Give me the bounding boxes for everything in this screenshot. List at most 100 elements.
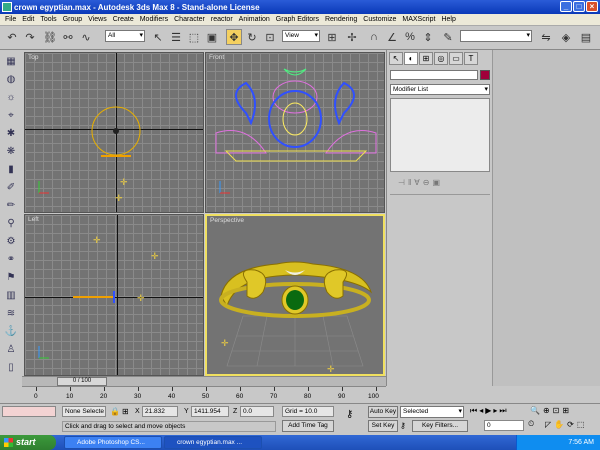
go-to-start-icon[interactable]: ⏮ [470,406,477,416]
modifier-list-dropdown[interactable]: Modifier List ▾ [390,84,490,95]
utilities-tab-icon[interactable]: T [464,52,478,65]
viewport-top[interactable]: ✛ ✛ Top [24,52,204,213]
systems-icon[interactable]: ▮ [3,164,19,178]
selection-region-icon[interactable]: ⬚ [186,29,202,45]
time-slider-track[interactable]: 0 / 100 [22,376,386,386]
viewport-left[interactable]: ✛ ✛ ✛ Left [24,214,204,376]
menu-animation[interactable]: Animation [236,16,273,23]
select-manipulate-icon[interactable]: ✢ [344,29,360,45]
previous-frame-icon[interactable]: ◂ [479,406,483,416]
lights-icon[interactable]: ☼ [3,92,19,106]
x-coordinate-field[interactable]: 21.832 [142,406,178,417]
display-tab-icon[interactable]: ▭ [449,52,463,65]
menu-customize[interactable]: Customize [360,16,399,23]
zoom-extents-icon[interactable]: ⊡ [553,406,560,415]
taskbar-3dsmax[interactable]: crown egyptian.max ... [164,436,262,449]
remove-modifier-icon[interactable]: ⊖ [423,178,430,190]
field-of-view-icon[interactable]: ◸ [545,420,551,429]
percent-snap-icon[interactable]: % [402,29,418,45]
connect-icon[interactable]: ⚲ [3,218,19,232]
menu-edit[interactable]: Edit [19,16,37,23]
angle-snap-icon[interactable]: ∠ [384,29,400,45]
menu-reactor[interactable]: reactor [208,16,236,23]
close-button[interactable]: × [586,1,598,12]
maximize-viewport-icon[interactable]: ⬚ [577,420,585,429]
redo-icon[interactable]: ↷ [22,29,38,45]
next-frame-icon[interactable]: ▸ [493,406,497,416]
z-coordinate-field[interactable]: 0.0 [240,406,274,417]
edit-named-selection-icon[interactable]: ✎ [440,29,456,45]
key-mode-dropdown[interactable]: Selected [400,406,464,418]
selection-filter-dropdown[interactable]: All [105,30,145,42]
lock-icon[interactable]: 🔒 [110,407,120,416]
menu-rendering[interactable]: Rendering [322,16,360,23]
viewport-perspective[interactable]: ✛ ✛ Perspective [205,214,385,376]
minimize-button[interactable]: _ [560,1,572,12]
select-and-rotate-icon[interactable]: ↻ [244,29,260,45]
start-button[interactable]: start [0,435,56,450]
menu-graph-editors[interactable]: Graph Editors [273,16,322,23]
undo-icon[interactable]: ↶ [4,29,20,45]
viewport-front[interactable]: Front [205,52,385,213]
track-bar[interactable]: 0 10 20 30 40 50 60 70 80 90 100 [22,386,386,403]
object-color-swatch[interactable] [480,70,490,80]
align-icon[interactable]: ◈ [558,29,574,45]
menu-views[interactable]: Views [85,16,110,23]
create-tab-icon[interactable]: ↖ [389,52,403,65]
show-end-result-icon[interactable]: ‖ [408,178,411,190]
set-key-button[interactable]: Set Key [368,420,398,432]
modifier-stack[interactable] [390,98,490,172]
brush-icon[interactable]: ✏ [3,200,19,214]
select-object-icon[interactable]: ↖ [150,29,166,45]
current-frame-field[interactable]: 0 [484,420,524,431]
pan-icon[interactable]: ✋ [554,420,564,429]
hierarchy-tab-icon[interactable]: ⊞ [419,52,433,65]
reference-coordinate-dropdown[interactable]: View [282,30,320,42]
menu-maxscript[interactable]: MAXScript [399,16,438,23]
create-geometry-icon[interactable]: ▦ [3,56,19,70]
window-crossing-icon[interactable]: ▣ [204,29,220,45]
key-icon[interactable]: ⚷ [346,409,353,420]
play-icon[interactable]: ▶ [485,406,491,416]
unlink-icon[interactable]: ⚯ [60,29,76,45]
auto-key-button[interactable]: Auto Key [368,406,398,418]
maxscript-listener-field[interactable] [2,406,56,417]
bottle-icon[interactable]: ▯ [3,362,19,376]
menu-create[interactable]: Create [110,16,137,23]
configure-modifier-sets-icon[interactable]: ▣ [432,178,440,190]
menu-help[interactable]: Help [438,16,458,23]
gear-icon[interactable]: ⚙ [3,236,19,250]
select-and-move-icon[interactable]: ✥ [226,29,242,45]
zoom-all-icon[interactable]: ⊕ [543,406,550,415]
tube-icon[interactable]: ▥ [3,290,19,304]
link-icon[interactable]: ⚭ [3,254,19,268]
maximize-button[interactable]: □ [573,1,585,12]
person-icon[interactable]: ♙ [3,344,19,358]
waves-icon[interactable]: ≋ [3,308,19,322]
set-key-icon[interactable]: ⚷ [400,421,406,430]
helpers-icon[interactable]: ✱ [3,128,19,142]
pivot-center-icon[interactable]: ⊞ [324,29,340,45]
y-coordinate-field[interactable]: 1411.954 [191,406,229,417]
time-slider[interactable]: 0 / 100 [57,377,107,386]
bind-space-warp-icon[interactable]: ∿ [78,29,94,45]
space-warps-icon[interactable]: ❋ [3,146,19,160]
time-configuration-icon[interactable]: ⏲ [528,419,534,429]
zoom-icon[interactable]: 🔍 [530,406,540,415]
spinner-snap-icon[interactable]: ⇕ [420,29,436,45]
key-filters-button[interactable]: Key Filters... [412,420,468,432]
select-by-name-icon[interactable]: ☰ [168,29,184,45]
object-name-field[interactable] [390,70,478,80]
menu-file[interactable]: File [2,16,19,23]
layer-manager-icon[interactable]: ▤ [578,29,594,45]
taskbar-photoshop[interactable]: Adobe Photoshop CS... [64,436,162,449]
paint-icon[interactable]: ✐ [3,182,19,196]
snaps-toggle-icon[interactable]: ∩ [366,29,382,45]
menu-modifiers[interactable]: Modifiers [137,16,171,23]
absolute-mode-icon[interactable]: ⊞ [122,407,129,416]
mirror-icon[interactable]: ⇋ [538,29,554,45]
menu-tools[interactable]: Tools [37,16,59,23]
cameras-icon[interactable]: ⌖ [3,110,19,124]
menu-group[interactable]: Group [60,16,85,23]
menu-character[interactable]: Character [171,16,208,23]
